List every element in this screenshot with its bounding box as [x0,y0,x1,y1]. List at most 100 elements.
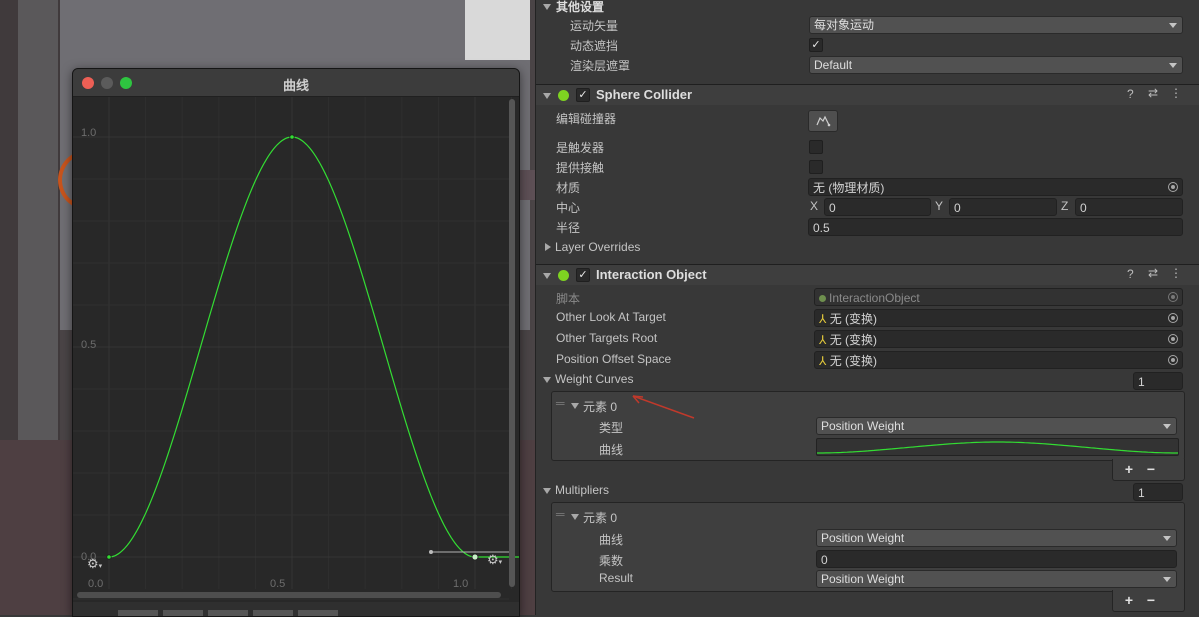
curve-preset-2[interactable] [163,610,203,616]
center-z-field[interactable]: 0 [1075,198,1183,216]
multiplier-curve-dropdown[interactable]: Position Weight [816,529,1177,547]
center-x-field[interactable]: 0 [824,198,931,216]
remove-element-button[interactable]: − [1142,592,1160,608]
fold-arrow-icon[interactable] [543,93,551,99]
dynamic-occlusion-checkbox[interactable]: ✓ [809,38,823,52]
multiplier-curve-label: 曲线 [599,533,624,547]
object-picker-icon[interactable] [1168,334,1178,344]
weight-curve-preview-field[interactable] [816,438,1179,456]
multiplier-value-field[interactable]: 0 [816,550,1177,568]
object-picker-icon [1168,292,1178,302]
rendering-layer-mask-dropdown[interactable]: Default [809,56,1183,74]
edit-collider-button[interactable] [808,110,838,132]
key-settings-gear-icon[interactable]: ⚙▾ [487,553,505,567]
radius-field[interactable]: 0.5 [808,218,1183,236]
curve-editor-window[interactable]: 曲线 1.0 0.5 0.0 0.0 0.5 1.0 ⚙▾ ⚙▾ [72,68,520,617]
curve-window-titlebar[interactable]: 曲线 [73,69,519,97]
motion-vectors-label: 运动矢量 [570,19,619,33]
drag-handle-icon[interactable]: ═ [556,396,565,410]
weight-curves-foldout[interactable]: Weight Curves [555,372,633,386]
presets-icon[interactable]: ⇄ [1148,266,1158,280]
center-y-field[interactable]: 0 [949,198,1057,216]
multiplier-result-label: Result [599,571,634,585]
sphere-collider-title: Sphere Collider [596,87,693,102]
add-element-button[interactable]: + [1120,592,1138,608]
radius-label: 半径 [556,221,581,235]
curve-preset-3[interactable] [208,610,248,616]
script-field: InteractionObject [814,288,1183,306]
other-settings-header[interactable]: 其他设置 [556,0,604,15]
weight-curve-type-value: Position Weight [821,419,905,433]
chevron-down-icon [1163,536,1171,541]
curve-preset-4[interactable] [253,610,293,616]
fold-arrow-icon[interactable] [571,514,579,520]
material-value: 无 (物理材质) [813,181,885,195]
interaction-object-enabled-checkbox[interactable]: ✓ [576,268,590,282]
presets-icon[interactable]: ⇄ [1148,86,1158,100]
weight-curves-size-field[interactable]: 1 [1133,372,1183,390]
y-tick-label: 0.5 [81,339,97,351]
script-value: InteractionObject [829,291,920,305]
object-picker-icon[interactable] [1168,313,1178,323]
multipliers-foldout[interactable]: Multipliers [555,483,609,497]
drag-handle-icon[interactable]: ═ [556,507,565,521]
fold-arrow-icon[interactable] [543,488,551,494]
provides-contacts-checkbox[interactable] [809,160,823,174]
object-picker-icon[interactable] [1168,355,1178,365]
help-icon[interactable]: ? [1127,87,1134,101]
curve-keyframe[interactable] [106,554,112,560]
transform-icon: ⅄ [819,354,827,368]
position-offset-space-field[interactable]: ⅄ 无 (变换) [814,351,1183,369]
curve-plot[interactable] [73,97,519,616]
script-component-icon [558,270,569,281]
help-icon[interactable]: ? [1127,267,1134,281]
remove-element-button[interactable]: − [1142,461,1160,477]
fold-arrow-icon[interactable] [543,273,551,279]
sphere-collider-enabled-checkbox[interactable]: ✓ [576,88,590,102]
fold-arrow-icon[interactable] [543,377,551,383]
multiplier-element-label[interactable]: 元素 0 [583,509,617,526]
script-label: 脚本 [556,292,581,306]
motion-vectors-dropdown[interactable]: 每对象运动 [809,16,1183,34]
more-options-icon[interactable]: ⋮ [1170,86,1182,100]
interaction-object-header[interactable]: ✓ Interaction Object ? ⇄ ⋮ [536,264,1199,285]
curve-keyframe[interactable] [471,553,479,561]
other-targets-root-value: 无 (变换) [829,333,878,347]
fold-arrow-icon[interactable] [571,403,579,409]
layer-overrides-foldout[interactable]: Layer Overrides [555,240,640,254]
multiplier-result-dropdown[interactable]: Position Weight [816,570,1177,588]
fold-arrow-icon[interactable] [545,243,551,251]
tangent-handle-left[interactable] [429,550,433,554]
curve-preset-1[interactable] [118,610,158,616]
vertical-scrollbar[interactable] [509,99,515,587]
weight-curve-type-label: 类型 [599,421,624,435]
transform-icon: ⅄ [819,312,827,326]
multipliers-size-field[interactable]: 1 [1133,483,1183,501]
more-options-icon[interactable]: ⋮ [1170,266,1182,280]
chevron-down-icon [1163,424,1171,429]
weight-curve-type-dropdown[interactable]: Position Weight [816,417,1177,435]
curve-keyframe[interactable] [289,134,295,140]
other-look-at-target-field[interactable]: ⅄ 无 (变换) [814,309,1183,327]
center-z-label: Z [1061,199,1069,213]
rendering-layer-mask-value: Default [814,58,853,72]
fold-arrow-icon[interactable] [543,4,551,10]
curve-preset-5[interactable] [298,610,338,616]
transform-icon: ⅄ [819,333,827,347]
other-look-at-target-value: 无 (变换) [829,312,878,326]
center-y-label: Y [935,199,944,213]
weight-curve-element-label[interactable]: 元素 0 [583,398,617,415]
rendering-layer-mask-label: 渲染层遮罩 [570,59,631,73]
object-picker-icon[interactable] [1168,182,1178,192]
other-targets-root-field[interactable]: ⅄ 无 (变换) [814,330,1183,348]
material-field[interactable]: 无 (物理材质) [808,178,1183,196]
x-tick-label: 1.0 [453,578,469,590]
key-settings-gear-icon[interactable]: ⚙▾ [87,557,105,571]
horizontal-scrollbar[interactable] [77,592,501,598]
edit-collider-icon [816,115,831,127]
weight-curve-curve-label: 曲线 [599,443,624,457]
sphere-collider-header[interactable]: ✓ Sphere Collider ? ⇄ ⋮ [536,84,1199,105]
add-element-button[interactable]: + [1120,461,1138,477]
multiplier-value-label: 乘数 [599,554,624,568]
is-trigger-checkbox[interactable] [809,140,823,154]
